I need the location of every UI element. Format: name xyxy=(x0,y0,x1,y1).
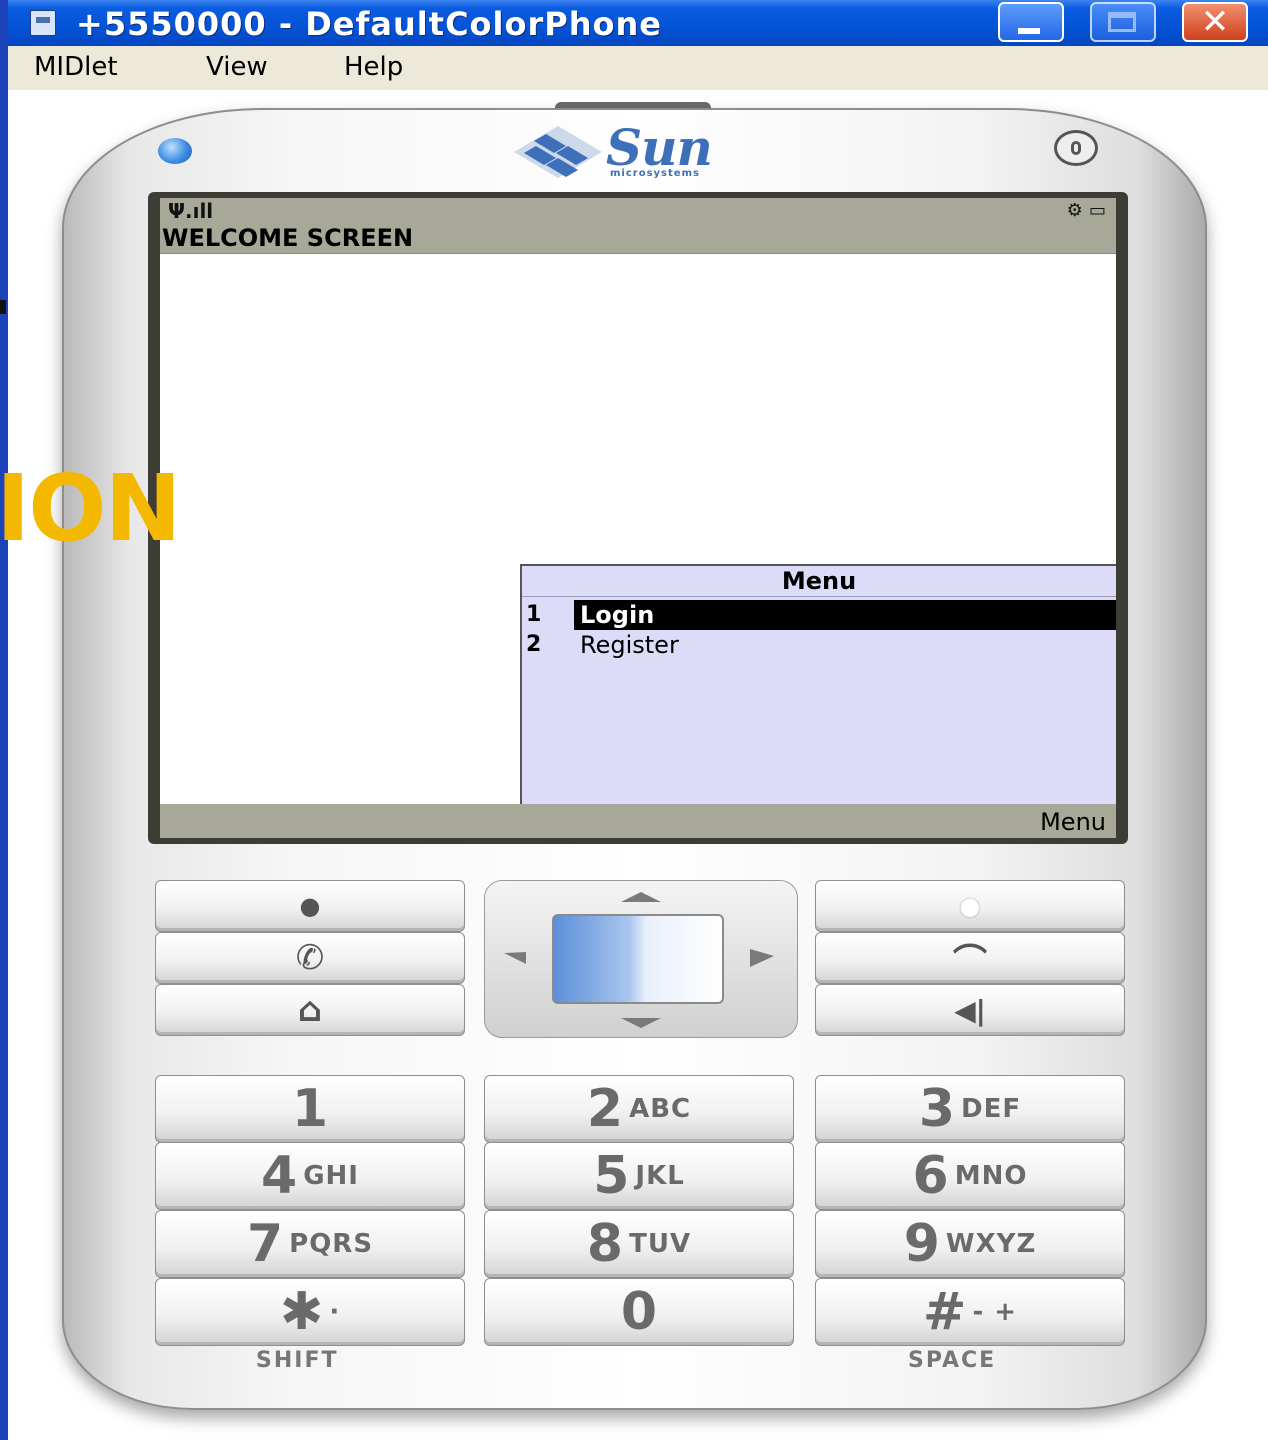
key-5[interactable]: 5 JKL xyxy=(484,1142,794,1210)
menu-popup: Menu 1 Login 2 Register xyxy=(520,564,1116,804)
maximize-icon xyxy=(1108,12,1136,32)
key-digit: 5 xyxy=(593,1146,630,1206)
menu-item-login[interactable]: 1 Login xyxy=(522,600,1116,630)
power-button[interactable] xyxy=(1054,130,1098,166)
key-letters: TUV xyxy=(629,1229,692,1259)
key-digit: 9 xyxy=(903,1214,940,1274)
slide-background-edge xyxy=(0,0,8,1440)
key-letters: - + xyxy=(972,1297,1018,1327)
menu-bar: MIDlet View Help xyxy=(8,46,1268,91)
key-6[interactable]: 6 MNO xyxy=(815,1142,1125,1210)
app-icon[interactable] xyxy=(30,10,56,36)
key-0[interactable]: 0 xyxy=(484,1278,794,1346)
key-9[interactable]: 9 WXYZ xyxy=(815,1210,1125,1278)
home-key[interactable]: ⌂ xyxy=(155,984,465,1036)
dpad-left-icon xyxy=(504,952,526,964)
key-digit: 1 xyxy=(291,1079,329,1139)
key-letters: WXYZ xyxy=(945,1229,1037,1259)
key-2[interactable]: 2 ABC xyxy=(484,1075,794,1143)
menu-item-number: 1 xyxy=(526,602,542,627)
slide-heading-fragment: ION xyxy=(0,455,181,562)
key-letters: DEF xyxy=(961,1094,1022,1124)
key-digit: 6 xyxy=(912,1146,949,1206)
menu-popup-title: Menu xyxy=(522,566,1116,597)
dpad-down-icon xyxy=(621,1018,661,1028)
slide-marker xyxy=(0,300,6,314)
key-hash[interactable]: # - + xyxy=(815,1278,1125,1346)
key-digit: 2 xyxy=(586,1079,624,1139)
menu-view[interactable]: View xyxy=(206,52,268,82)
key-letters: JKL xyxy=(635,1161,685,1191)
left-soft-key[interactable]: ● xyxy=(155,880,465,932)
sun-logo: Sun microsystems xyxy=(510,118,760,184)
phone-call-icon: ✆ xyxy=(295,938,325,978)
battery-icon: ⚙ ▭ xyxy=(1066,200,1106,221)
hang-up-icon: ⌒ xyxy=(953,941,987,982)
window-title: +5550000 - DefaultColorPhone xyxy=(76,5,662,43)
softkey-menu[interactable]: Menu xyxy=(1040,808,1106,836)
phone-screen: Ψ.ıll ⚙ ▭ WELCOME SCREEN Menu 1 Login 2 … xyxy=(160,198,1116,838)
key-letters: PQRS xyxy=(289,1229,374,1259)
dpad-select-button[interactable] xyxy=(552,914,724,1004)
key-digit: # xyxy=(922,1282,967,1342)
shift-label: SHIFT xyxy=(256,1348,339,1373)
key-1[interactable]: 1 xyxy=(155,1075,465,1143)
phone-status-bar: Ψ.ıll ⚙ ▭ xyxy=(160,198,1116,223)
space-label: SPACE xyxy=(908,1348,997,1373)
close-icon: ✕ xyxy=(1200,2,1230,42)
menu-item-label: Login xyxy=(574,600,1116,630)
key-digit: 8 xyxy=(586,1214,624,1274)
key-digit: ✱ xyxy=(279,1282,324,1342)
menu-help[interactable]: Help xyxy=(344,52,403,82)
key-letters: ABC xyxy=(629,1094,692,1124)
key-digit: 3 xyxy=(918,1079,956,1139)
menu-midlet[interactable]: MIDlet xyxy=(34,52,118,82)
key-letters: GHI xyxy=(303,1161,359,1191)
menu-item-number: 2 xyxy=(526,632,542,657)
key-star[interactable]: ✱ · xyxy=(155,1278,465,1346)
title-bar[interactable]: +5550000 - DefaultColorPhone ✕ xyxy=(8,0,1268,46)
end-call-key[interactable]: ⌒ xyxy=(815,932,1125,984)
key-7[interactable]: 7 PQRS xyxy=(155,1210,465,1278)
key-digit: 0 xyxy=(620,1282,658,1342)
key-letters: · xyxy=(329,1297,341,1327)
key-4[interactable]: 4 GHI xyxy=(155,1142,465,1210)
menu-item-register[interactable]: 2 Register xyxy=(522,630,1116,660)
menu-item-label: Register xyxy=(580,631,679,659)
screen-title: WELCOME SCREEN xyxy=(160,222,1116,254)
clear-key[interactable]: ◀| xyxy=(815,984,1125,1036)
right-soft-key[interactable]: ● xyxy=(815,880,1125,932)
status-led xyxy=(158,138,192,164)
signal-strength-icon: Ψ.ıll xyxy=(168,199,214,223)
key-digit: 4 xyxy=(261,1146,298,1206)
key-letters: MNO xyxy=(954,1161,1028,1191)
minimize-button[interactable] xyxy=(998,2,1064,42)
minimize-icon xyxy=(1018,28,1040,34)
backspace-icon: ◀| xyxy=(954,993,986,1027)
soft-key-dot-icon: ● xyxy=(959,892,981,920)
sun-diamond-icon xyxy=(514,126,602,178)
maximize-button[interactable] xyxy=(1090,2,1156,42)
close-button[interactable]: ✕ xyxy=(1182,2,1248,42)
dpad-up-icon xyxy=(621,892,661,902)
home-icon: ⌂ xyxy=(297,990,323,1030)
key-3[interactable]: 3 DEF xyxy=(815,1075,1125,1143)
brand-subtitle: microsystems xyxy=(610,168,700,179)
key-8[interactable]: 8 TUV xyxy=(484,1210,794,1278)
key-digit: 7 xyxy=(246,1214,284,1274)
softkey-bar: Menu xyxy=(160,804,1116,838)
dpad-right-icon xyxy=(750,949,774,967)
call-key[interactable]: ✆ xyxy=(155,932,465,984)
soft-key-dot-icon: ● xyxy=(299,892,321,920)
